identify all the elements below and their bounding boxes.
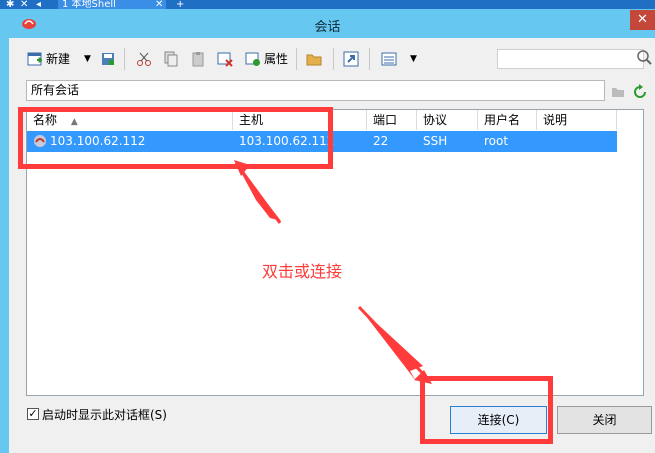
connect-button[interactable]: 连接(C) — [450, 406, 547, 434]
startup-checkbox-label[interactable]: 启动时显示此对话框(S) — [42, 406, 167, 423]
annotation-text: 双击或连接 — [262, 262, 343, 281]
close-button[interactable]: 关闭 — [557, 406, 652, 434]
annotation-arrows — [234, 160, 432, 384]
startup-checkbox[interactable]: ✓ — [27, 408, 39, 420]
